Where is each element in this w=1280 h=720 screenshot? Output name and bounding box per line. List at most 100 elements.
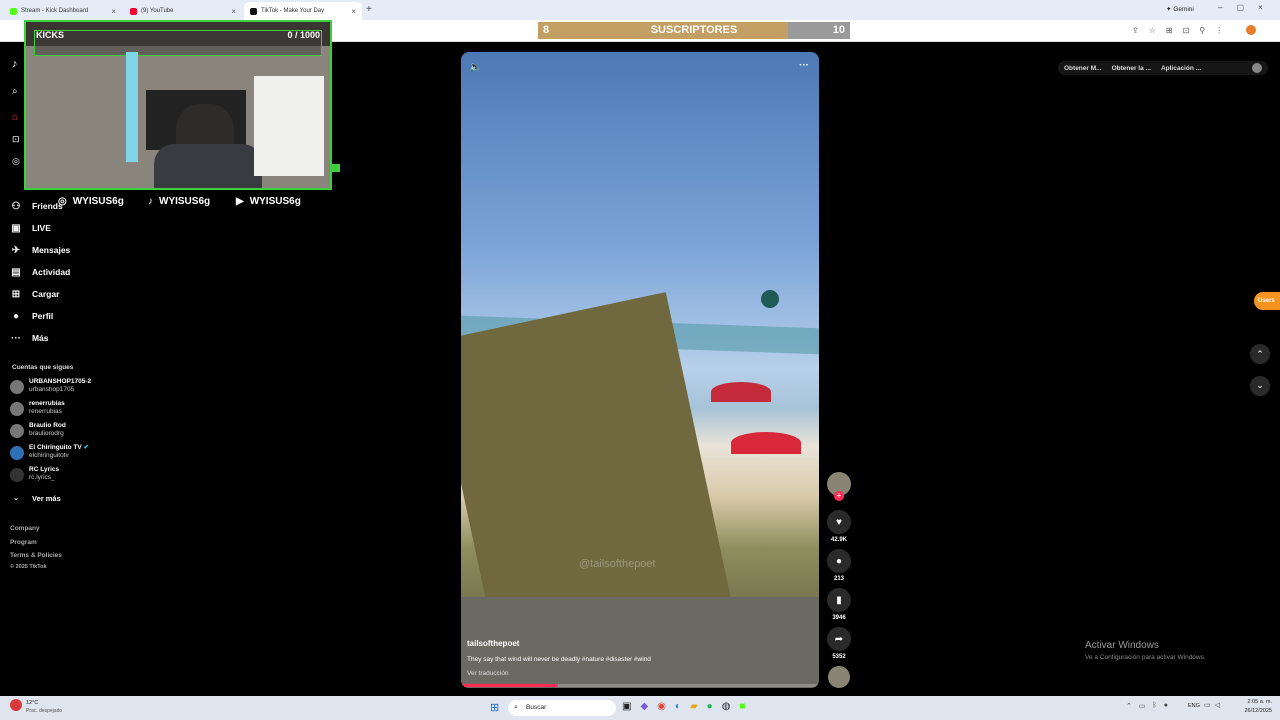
clock-date[interactable]: 26/12/2025 — [1240, 708, 1272, 714]
windows-start-icon[interactable]: ⊞ — [490, 701, 499, 714]
explore-icon[interactable]: ◎ — [12, 156, 20, 167]
edge-icon[interactable]: ◐ — [675, 701, 681, 712]
follow-plus-icon[interactable]: + — [834, 491, 844, 501]
close-icon[interactable]: × — [231, 7, 236, 16]
following-title: Cuentas que sigues — [12, 364, 74, 371]
avatar — [10, 380, 24, 394]
mic-icon: ● — [1163, 702, 1168, 709]
resize-handle[interactable] — [332, 164, 340, 172]
new-tab-icon[interactable]: + — [366, 4, 372, 15]
list-item[interactable]: RC Lyrics rc.lyrics_ — [10, 466, 59, 482]
tiktok-favicon-icon — [250, 7, 257, 15]
more-options-icon[interactable]: ··· — [799, 60, 809, 71]
more-icon: ··· — [11, 332, 21, 344]
activation-subtitle: Ve a Configuración para activar Windows. — [1085, 654, 1206, 661]
copilot-icon[interactable]: ◆ — [640, 701, 648, 712]
activity-icon: ▤ — [11, 266, 21, 278]
comment-button[interactable]: ● — [827, 549, 851, 573]
see-more-link[interactable]: ⌄ Ver más — [10, 489, 61, 507]
comment-icon: ● — [835, 555, 843, 567]
home-icon[interactable]: ⌂ — [12, 112, 18, 123]
music-disc-icon[interactable] — [828, 666, 850, 688]
save-count: 3946 — [832, 615, 846, 621]
tiktok-logo-icon[interactable]: ♪ — [12, 58, 18, 70]
list-item[interactable]: Braulio Rod brauliorodrg — [10, 422, 66, 438]
weather-icon — [10, 699, 22, 711]
steam-icon[interactable]: ◍ — [722, 701, 731, 712]
video-author[interactable]: tailsofthepoet — [467, 639, 519, 648]
heart-icon: ♥ — [836, 516, 842, 528]
sidebar-item-friends[interactable]: ⚇ Friends — [10, 197, 63, 215]
kicks-label: KICKS — [36, 30, 65, 40]
tab-tiktok[interactable]: TikTok - Make Your Day × — [244, 2, 362, 20]
tiktok-icon: ♪ — [148, 196, 153, 207]
sidebar-item-more[interactable]: ··· Más — [10, 329, 49, 347]
desktop-app-button[interactable]: Aplicación ... — [1161, 65, 1201, 72]
webcam-overlay: KICKS 0 / 1000 — [24, 20, 332, 190]
translate-link[interactable]: Ver traducción — [467, 670, 509, 677]
share-icon: ➦ — [834, 633, 844, 645]
bookmark-icon: ▮ — [836, 594, 842, 606]
sidebar-item-messages[interactable]: ✈ Mensajes — [10, 241, 70, 259]
kick-favicon-icon — [10, 7, 17, 15]
social-tiktok: ♪ WYISUS6g — [148, 196, 211, 207]
tab-youtube[interactable]: (9) YouTube × — [124, 2, 242, 20]
list-item[interactable]: renerrubias renerrubias — [10, 400, 65, 416]
window-controls[interactable]: –▢× — [1218, 3, 1277, 12]
person-body — [154, 144, 262, 188]
tab-kick[interactable]: Stream - Kick Dashboard × — [4, 2, 122, 20]
close-icon[interactable]: × — [111, 7, 116, 16]
chevron-down-icon[interactable]: ⌄ — [1250, 376, 1270, 396]
close-icon[interactable]: × — [351, 7, 356, 16]
footer-link-company[interactable]: Company — [10, 525, 40, 532]
shop-icon[interactable]: ⊡ — [12, 134, 20, 145]
search-icon[interactable]: ⌕ — [12, 86, 18, 97]
chevron-up-icon[interactable]: ⌃ — [1250, 344, 1270, 364]
sidebar-item-upload[interactable]: ⊞ Cargar — [10, 285, 60, 303]
video-player[interactable]: 🔈 ··· @tailsofthepoet tailsofthepoet The… — [461, 52, 819, 688]
chevron-down-icon: ⌄ — [13, 495, 19, 502]
kicks-goal-bar — [34, 30, 322, 56]
avatar[interactable] — [1252, 63, 1262, 73]
avatar — [10, 424, 24, 438]
umbrella — [731, 432, 801, 454]
tray-icons[interactable]: ⌃ ▭ ᛒ ● — [1126, 702, 1168, 710]
footer-link-terms[interactable]: Terms & Policies — [10, 552, 62, 559]
footer-link-program[interactable]: Program — [10, 539, 37, 546]
volume-icon[interactable]: 🔈 — [469, 62, 481, 73]
share-button[interactable]: ➦ — [827, 627, 851, 651]
chevron-up-icon[interactable]: ⌃ — [1126, 702, 1132, 710]
sidebar-item-activity[interactable]: ▤ Actividad — [10, 263, 70, 281]
upload-icon: ⊞ — [11, 288, 21, 300]
list-item[interactable]: URBANSHOP1705-2 urbanshop1705 — [10, 378, 91, 394]
video-caption: They say that wind will never be deadly … — [467, 656, 651, 663]
live-icon: ▣ — [11, 222, 21, 234]
youtube-icon: ▶ — [236, 196, 244, 207]
kick-icon[interactable]: ■ — [739, 701, 745, 712]
task-view-icon[interactable]: ▣ — [622, 701, 631, 712]
display-icon: ▭ — [1138, 703, 1146, 710]
folder-icon[interactable]: ▰ — [690, 701, 698, 712]
gemini-button[interactable]: ✦ Gemini — [1166, 5, 1194, 13]
like-button[interactable]: ♥ — [827, 510, 851, 534]
light — [126, 52, 138, 162]
network-volume-icon[interactable]: ▭◁ — [1204, 701, 1224, 709]
list-item[interactable]: El Chiringuito TV ✔ elchiringuitotv — [10, 444, 89, 460]
browser-toolbar-icons[interactable]: ⇪☆⊞⊡⚲⋮ — [1132, 26, 1233, 35]
avatar — [10, 446, 24, 460]
language-indicator[interactable]: ENG — [1188, 703, 1200, 709]
messages-icon: ✈ — [11, 244, 21, 256]
users-badge[interactable]: Users — [1254, 292, 1280, 310]
video-progress-track[interactable] — [461, 684, 819, 687]
chrome-icon[interactable]: ◉ — [657, 701, 666, 712]
save-button[interactable]: ▮ — [827, 588, 851, 612]
get-app-button[interactable]: Obtener la ... — [1112, 65, 1151, 72]
sidebar-item-live[interactable]: ▣ LIVE — [10, 219, 51, 237]
avatar[interactable] — [1246, 25, 1256, 35]
clock-time[interactable]: 2:05 a. m. — [1240, 699, 1272, 705]
search-box[interactable]: ⌕ Buscar — [508, 700, 616, 716]
sidebar-item-profile[interactable]: ● Perfil — [10, 307, 53, 325]
copyright: © 2025 TikTok — [10, 564, 47, 570]
spotify-icon[interactable]: ● — [707, 701, 713, 712]
get-coins-button[interactable]: Obtener M... — [1064, 65, 1102, 72]
